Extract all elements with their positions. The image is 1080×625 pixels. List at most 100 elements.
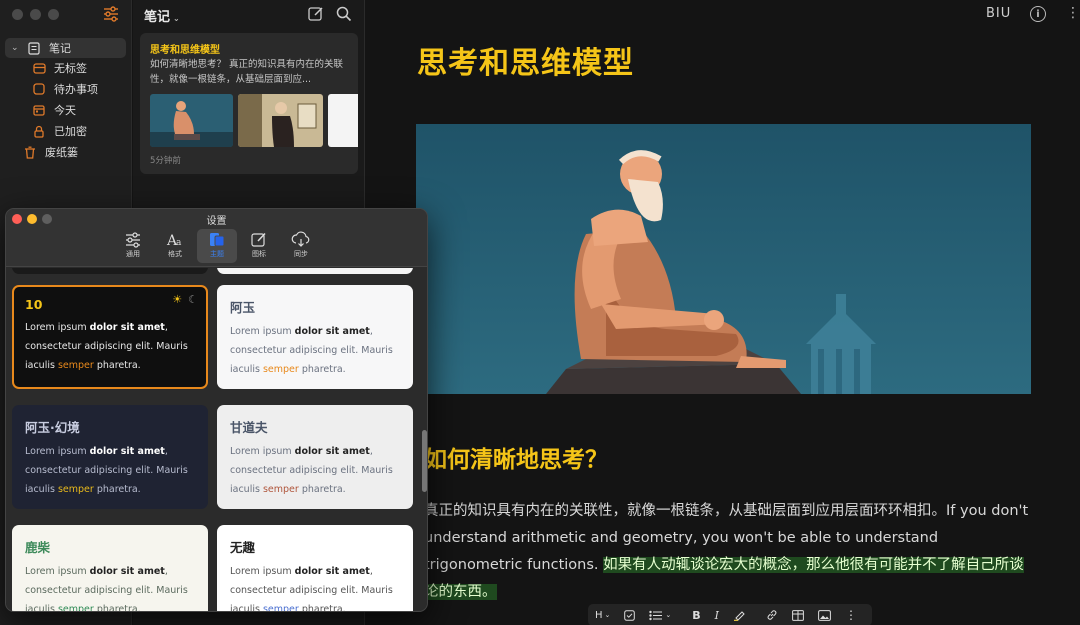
sidebar-item-label: 笔记 [49,42,71,55]
settings-header: 设置 通用 Aa 格式 主题 图标 同步 [6,209,427,267]
bold-button[interactable]: B [678,604,707,625]
theme-card-partial[interactable] [217,268,413,274]
theme-card-2[interactable]: 阿玉 Lorem ipsum dolor sit amet, consectetu… [217,285,413,389]
sidebar-item-locked[interactable]: 已加密 [32,121,87,141]
sample-text-part: dolor sit amet [294,566,370,577]
note-card-snippet: 如何清晰地思考？ 真正的知识具有内在的关联性，就像一根链条，从基础层面到应... [150,59,344,85]
link-icon [767,610,777,620]
chevron-down-icon: ⌄ [173,14,180,23]
more-options-icon[interactable]: ⋮ [1066,5,1080,21]
sidebar-item-untagged[interactable]: 无标签 [32,58,87,78]
sidebar-item-today[interactable]: 今天 [32,100,76,120]
scrollbar[interactable] [420,268,427,611]
document-paragraph[interactable]: 真正的知识具有内在的关联性，就像一根链条，从基础层面到应用层面环环相扣。If y… [424,498,1036,606]
sample-text-part: dolor sit amet [294,446,370,457]
new-note-button[interactable] [307,5,325,23]
theme-card-5[interactable]: 鹿柴 Lorem ipsum dolor sit amet, consectetu… [12,525,208,612]
checkbox-icon [32,82,46,96]
window-controls [12,9,59,20]
document-title[interactable]: 思考和思维模型 [417,38,634,82]
image-icon [818,609,831,621]
theme-card-4[interactable]: 甘道夫 Lorem ipsum dolor sit amet, consectet… [217,405,413,509]
sample-text-part: pharetra. [93,360,141,371]
sample-text-part: dolor sit amet [294,326,370,337]
tab-general[interactable]: 通用 [113,229,153,263]
font-icon: Aa [166,233,182,248]
tab-theme[interactable]: 主题 [197,229,237,263]
sample-text-part: Lorem ipsum [230,326,295,337]
sample-text-part: pharetra. [93,604,141,612]
theme-mode-toggle[interactable]: ☀ ☾ [172,293,198,306]
text-style-button[interactable]: BIU [986,6,1011,21]
theme-name: 无趣 [230,540,256,555]
tab-label: 主题 [210,250,224,258]
settings-title: 设置 [206,216,227,227]
sidebar-item-notes[interactable]: ⌄ 笔记 [5,38,126,58]
sidebar-item-label: 废纸篓 [45,146,78,159]
table-icon [792,609,804,621]
sample-text-part: Lorem ipsum [230,446,295,457]
note-thumbnail-statue [150,94,233,147]
checklist-button[interactable] [617,604,642,625]
info-icon[interactable]: i [1030,6,1046,22]
zoom-window-button[interactable] [48,9,59,20]
tab-format[interactable]: Aa 格式 [155,229,195,263]
lock-icon [32,124,46,138]
table-button[interactable] [785,604,811,625]
note-card-title: 思考和思维模型 [150,45,220,56]
hero-image-thinker-statue [416,124,1031,394]
edit-icon [251,232,266,247]
sliders-icon [126,232,140,248]
sample-text-part: Lorem ipsum [25,566,90,577]
more-options-icon[interactable]: ⋮ [838,604,864,625]
theme-card-1[interactable]: 10 Lorem ipsum dolor sit amet, consectetu… [12,285,208,389]
note-list-title-dropdown[interactable]: 笔记 ⌄ [144,6,180,25]
tab-sync[interactable]: 同步 [281,229,321,263]
chevron-down-icon[interactable]: ⌄ [11,43,21,53]
note-card[interactable]: 思考和思维模型 如何清晰地思考？ 真正的知识具有内在的关联性，就像一根链条，从基… [140,33,358,174]
sidebar-item-trash[interactable]: 废纸篓 [23,142,78,162]
sidebar-item-todo[interactable]: 待办事项 [32,79,98,99]
sample-accent-word: semper [57,484,94,495]
theme-icon [210,233,225,247]
search-button[interactable] [335,5,353,23]
heading-dropdown-button[interactable]: H ⌄ [588,604,617,625]
theme-sample-text: Lorem ipsum dolor sit amet, consectetur … [230,562,400,611]
note-card-time: 5分钟前 [150,156,181,166]
theme-grid: 10 Lorem ipsum dolor sit amet, consectetu… [6,268,420,612]
italic-button[interactable]: I [708,604,726,625]
highlight-button[interactable] [726,604,752,625]
sample-text-part: Lorem ipsum [230,566,295,577]
tab-label: 格式 [168,250,182,258]
sample-accent-word: semper [262,364,299,375]
list-dropdown-button[interactable]: ⌄ [642,604,678,625]
tab-icons[interactable]: 图标 [239,229,279,263]
sample-text-part: pharetra. [93,484,141,495]
tab-label: 图标 [252,250,266,258]
theme-card-3[interactable]: 阿玉·幻境 Lorem ipsum dolor sit amet, consect… [12,405,208,509]
moon-icon[interactable]: ☾ [188,293,198,306]
sample-text-part: pharetra. [298,484,346,495]
minimize-window-button[interactable] [30,9,41,20]
theme-sample-text: Lorem ipsum dolor sit amet, consectetur … [230,322,400,379]
sidebar-item-label: 今天 [54,104,76,117]
scrollbar-thumb[interactable] [422,430,427,492]
sun-icon[interactable]: ☀ [172,293,182,306]
compose-icon [308,7,323,21]
document-heading[interactable]: 如何清晰地思考？ [424,440,608,474]
close-window-button[interactable] [12,9,23,20]
theme-name: 阿玉·幻境 [25,420,80,435]
format-toolbar: H ⌄ ⌄ B I ⋮ [588,604,872,625]
settings-window: 设置 通用 Aa 格式 主题 图标 同步 10 Lorem ipsum dolor… [5,208,428,612]
theme-card-partial[interactable] [12,268,208,274]
link-button[interactable] [752,604,785,625]
theme-name: 10 [25,297,43,312]
editor: BIU i ⋮ 思考和思维模型 如何清晰地思考？ 真正的知识具有内在的关联性，就… [366,0,1080,625]
image-button[interactable] [811,604,838,625]
sample-text-part: dolor sit amet [89,566,165,577]
filter-settings-button[interactable] [101,5,121,23]
cloud-sync-icon [291,231,310,247]
sample-text-part: dolor sit amet [89,446,165,457]
theme-card-6[interactable]: 无趣 Lorem ipsum dolor sit amet, consectetu… [217,525,413,611]
sample-text-part: Lorem ipsum [25,446,90,457]
